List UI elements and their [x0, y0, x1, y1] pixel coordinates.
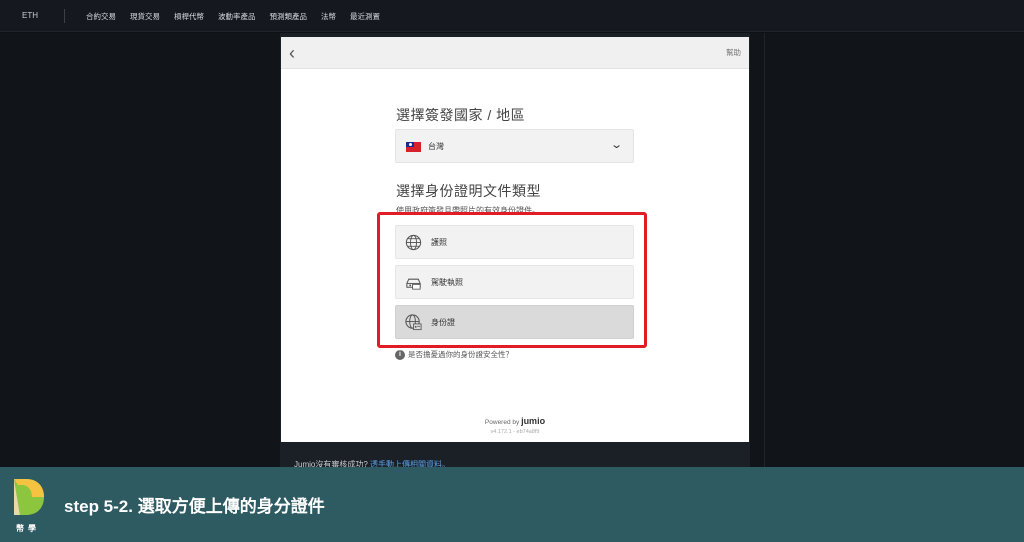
step-caption: step 5-2. 選取方便上傳的身分證件 [64, 497, 325, 516]
background-left [0, 33, 280, 467]
doc-type-section-title: 選擇身份證明文件類型 [396, 183, 541, 199]
security-faq-link[interactable]: i 是否擔憂過你的身份證安全性？ [395, 349, 513, 360]
pane-divider [764, 33, 765, 467]
help-link[interactable]: 幫助 [726, 47, 741, 58]
faq-text: 是否擔憂過你的身份證安全性？ [408, 350, 513, 359]
chevron-down-icon: ⌄ [609, 139, 623, 151]
modal-header: ‹ 幫助 [281, 37, 749, 69]
logo-icon [14, 479, 44, 515]
jumio-logo: jumio [521, 416, 546, 426]
nav-menu: 合約交易 現貨交易 槓桿代幣 波動率產品 預測類產品 法幣 最近測置 [86, 11, 380, 22]
version-text: v4.172.1 - eb74a8f9 [490, 429, 540, 435]
top-nav-bar: ETH 合約交易 現貨交易 槓桿代幣 波動率產品 預測類產品 法幣 最近測置 [0, 0, 1024, 32]
nav-item-contract[interactable]: 合約交易 [86, 11, 116, 22]
background-right [750, 33, 1024, 467]
coin-label[interactable]: ETH [22, 11, 38, 20]
nav-item-leveraged-tokens[interactable]: 槓桿代幣 [174, 11, 204, 22]
powered-by-text: Powered by [484, 419, 520, 426]
nav-item-fiat[interactable]: 法幣 [321, 11, 336, 22]
nav-divider [64, 9, 65, 23]
powered-by: Powered by jumio [281, 416, 749, 426]
caption-banner: 幣學 step 5-2. 選取方便上傳的身分證件 [0, 467, 1024, 542]
taiwan-flag-icon [406, 142, 421, 152]
info-icon: i [395, 349, 405, 360]
nav-item-prediction[interactable]: 預測類產品 [270, 11, 308, 22]
nav-item-volatility[interactable]: 波動率產品 [218, 11, 256, 22]
chevron-left-icon[interactable]: ‹ [289, 43, 307, 63]
logo-text: 幣學 [16, 524, 40, 533]
country-select[interactable]: 台灣 ⌄ [395, 129, 634, 163]
country-section-title: 選擇簽發國家 / 地區 [396, 107, 526, 123]
nav-item-spot[interactable]: 現貨交易 [130, 11, 160, 22]
highlight-box [377, 212, 647, 348]
country-value: 台灣 [428, 142, 444, 151]
nav-item-recent[interactable]: 最近測置 [350, 11, 380, 22]
brand-logo: 幣學 [8, 473, 52, 537]
